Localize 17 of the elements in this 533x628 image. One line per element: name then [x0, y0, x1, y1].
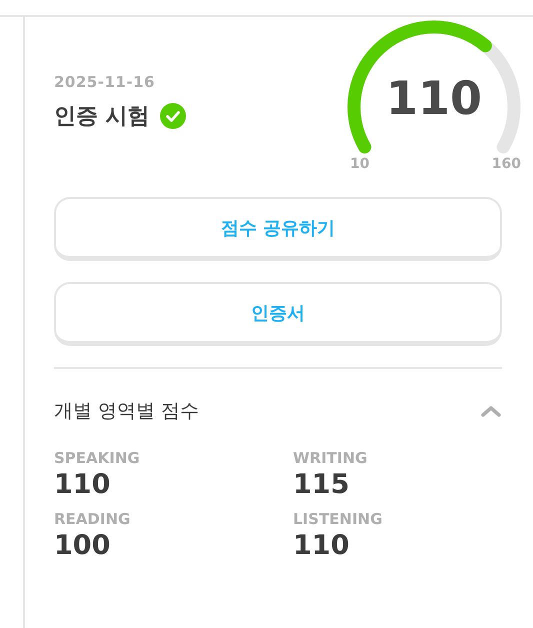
skill-label: WRITING [293, 449, 368, 467]
skill-label: SPEAKING [54, 449, 141, 467]
skill-score: 110 [54, 469, 112, 500]
skill-score: 110 [293, 530, 350, 561]
section-heading: 개별 영역별 점수 [54, 399, 200, 424]
skill-score: 115 [293, 469, 350, 500]
skill-score: 100 [54, 530, 112, 561]
skill-label: READING [54, 510, 132, 528]
skill-label: LISTENING [293, 510, 384, 528]
exam-title: 인증 시험 [54, 103, 150, 131]
exam-date: 2025-11-16 [54, 73, 156, 91]
certificate-button[interactable]: 인증서 [54, 282, 502, 346]
share-score-button[interactable]: 점수 공유하기 [54, 197, 502, 261]
gauge-min-label: 10 [350, 156, 370, 172]
total-score: 110 [384, 71, 484, 125]
gauge-max-label: 160 [492, 156, 521, 172]
chevron-icon[interactable] [480, 404, 502, 418]
